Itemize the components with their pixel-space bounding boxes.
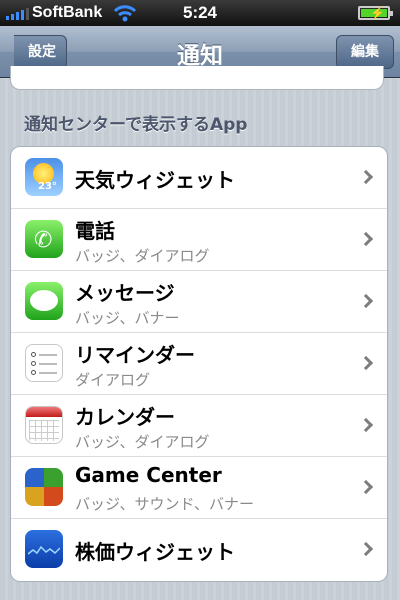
- list-item-title: 電話: [75, 219, 115, 243]
- list-item-game-center[interactable]: Game Center バッジ、サウンド、バナー: [11, 457, 387, 519]
- app-list: 23° 天気ウィジェット ✆ 電話 バッジ、ダイアログ メッセージ バッジ、バナ…: [10, 146, 388, 582]
- list-item-title: カレンダー: [75, 405, 175, 429]
- charging-bolt-icon: ⚡: [370, 6, 385, 20]
- list-item-title: メッセージ: [75, 281, 175, 305]
- list-item-stocks-widget[interactable]: 株価ウィジェット: [11, 519, 387, 581]
- list-item-title: リマインダー: [75, 343, 195, 367]
- list-item-subtitle: バッジ、ダイアログ: [75, 247, 210, 265]
- stocks-icon: [25, 530, 63, 568]
- list-item-phone[interactable]: ✆ 電話 バッジ、ダイアログ: [11, 209, 387, 271]
- list-item-title: 株価ウィジェット: [75, 540, 235, 564]
- list-item-title: 天気ウィジェット: [75, 168, 235, 192]
- weather-icon: 23°: [25, 158, 63, 196]
- messages-icon: [25, 282, 63, 320]
- list-item-subtitle: ダイアログ: [75, 371, 151, 389]
- back-button-label: 設定: [28, 44, 56, 60]
- chevron-right-icon: [358, 479, 374, 495]
- chevron-right-icon: [358, 231, 374, 247]
- reminders-icon: [25, 344, 63, 382]
- edit-button[interactable]: 編集: [336, 35, 394, 69]
- phone-icon: ✆: [25, 220, 63, 258]
- battery-icon: ⚡: [358, 6, 393, 20]
- list-item-subtitle: バッジ、サウンド、バナー: [75, 495, 254, 513]
- chevron-right-icon: [358, 355, 374, 371]
- list-item-messages[interactable]: メッセージ バッジ、バナー: [11, 271, 387, 333]
- chevron-right-icon: [358, 293, 374, 309]
- game-center-icon: [25, 468, 63, 506]
- calendar-icon: [25, 406, 63, 444]
- chevron-right-icon: [358, 169, 374, 185]
- chevron-right-icon: [358, 417, 374, 433]
- weather-icon-temp: 23°: [38, 181, 57, 192]
- previous-group-bottom: [10, 66, 384, 90]
- list-item-weather-widget[interactable]: 23° 天気ウィジェット: [11, 147, 387, 209]
- status-time: 5:24: [182, 3, 218, 22]
- list-item-calendar[interactable]: カレンダー バッジ、ダイアログ: [11, 395, 387, 457]
- section-header: 通知センターで表示するApp: [24, 115, 248, 135]
- status-bar: SoftBank 5:24 ⚡: [0, 0, 400, 26]
- list-item-title: Game Center: [75, 463, 222, 487]
- list-item-subtitle: バッジ、ダイアログ: [75, 433, 210, 451]
- chevron-right-icon: [358, 541, 374, 557]
- list-item-reminders[interactable]: リマインダー ダイアログ: [11, 333, 387, 395]
- list-item-subtitle: バッジ、バナー: [75, 309, 180, 327]
